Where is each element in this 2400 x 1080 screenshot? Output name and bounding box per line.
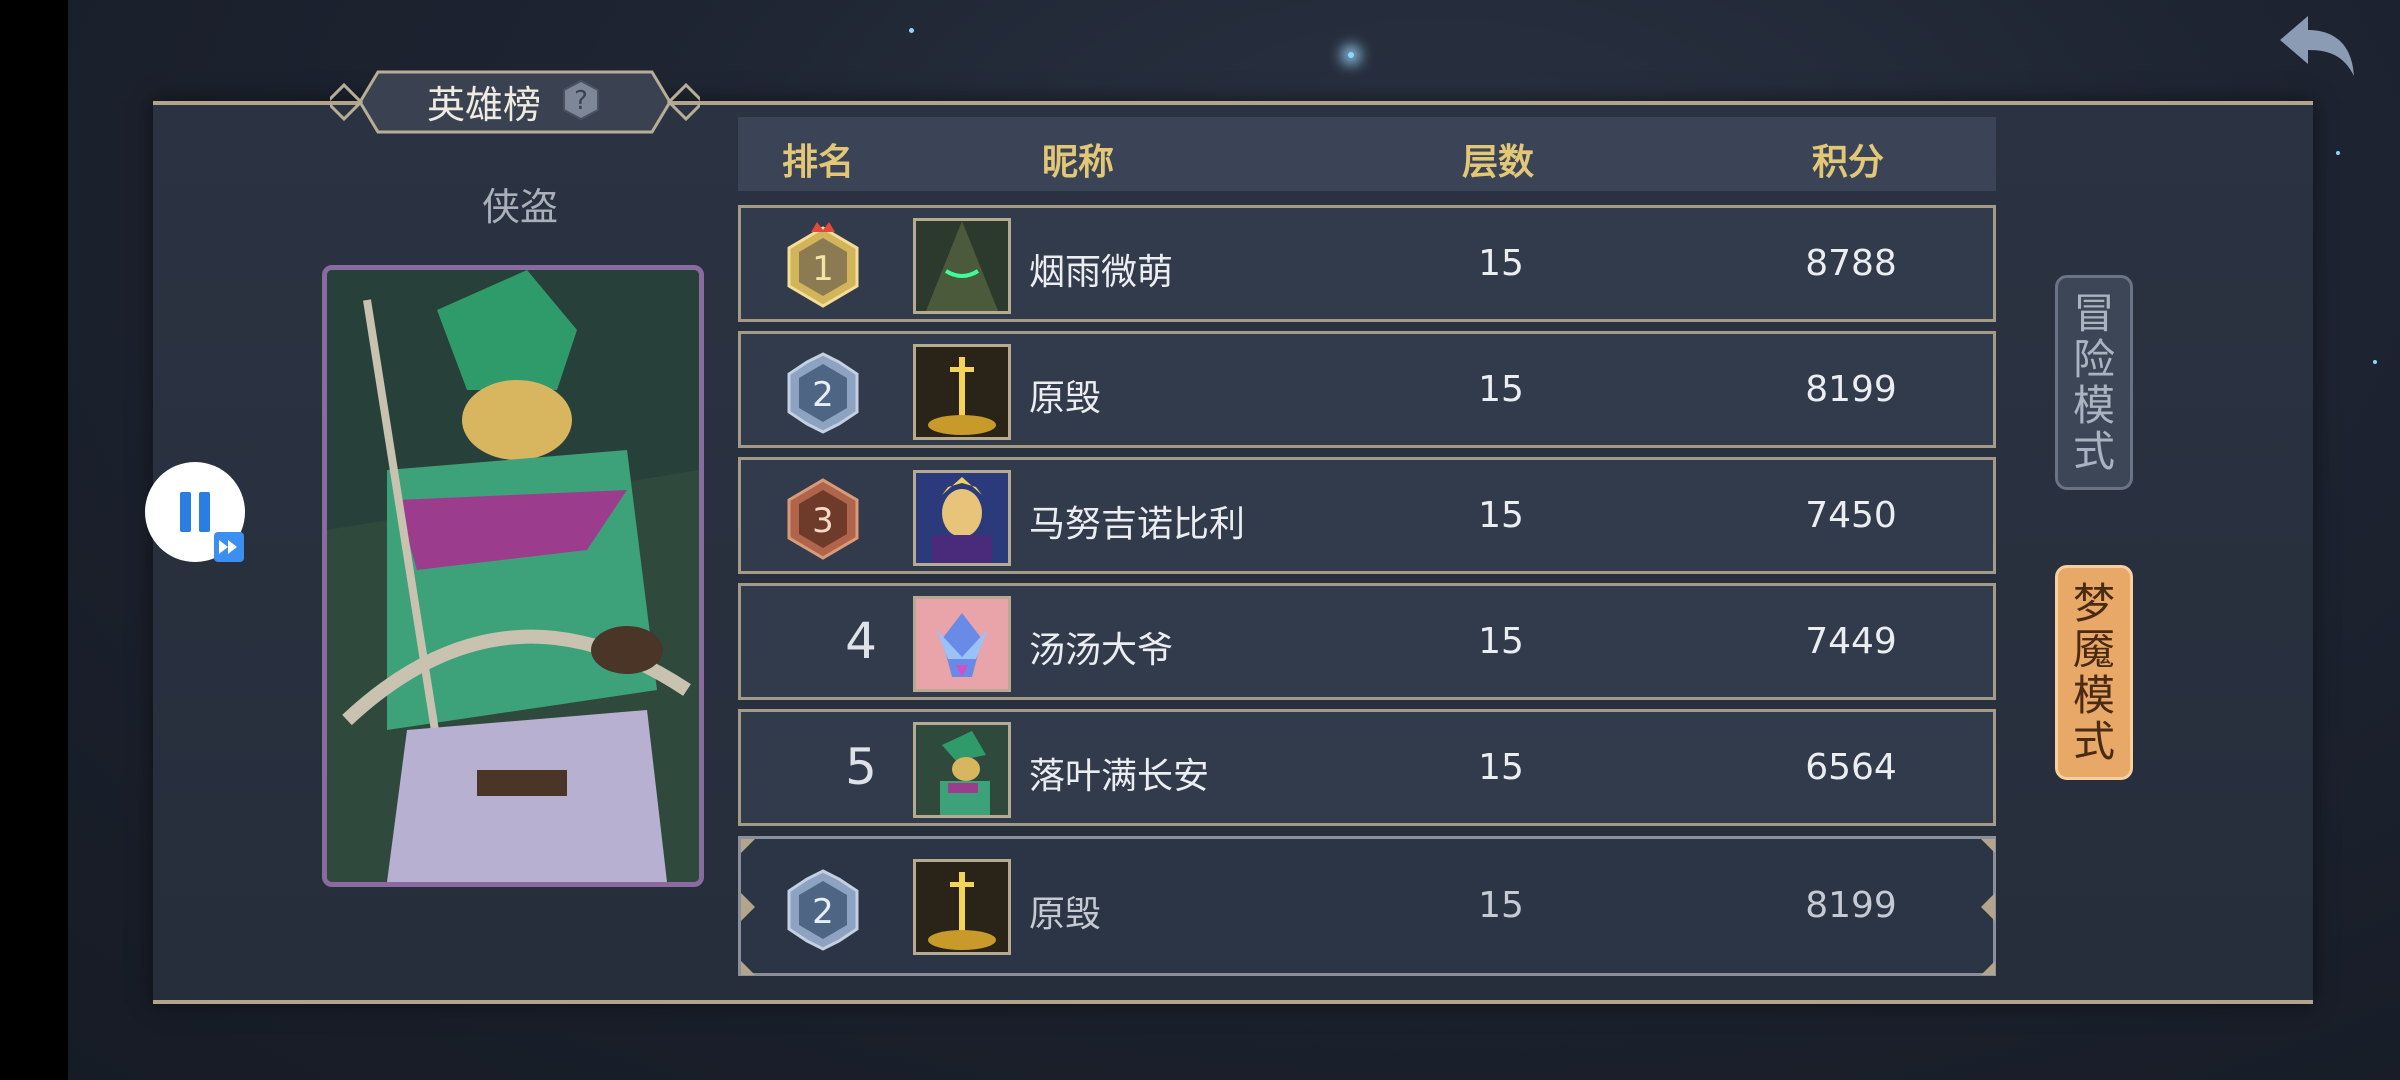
mode-label-char: 式: [2072, 716, 2115, 766]
background-star: [909, 28, 914, 33]
table-row[interactable]: 4 汤汤大爷 15 7449: [738, 583, 1996, 700]
player-score: 8199: [1805, 885, 1897, 926]
hero-portrait-card[interactable]: [322, 265, 704, 887]
adventure-mode-button[interactable]: 冒 险 模 式: [2055, 275, 2133, 490]
background-star: [1348, 52, 1354, 58]
player-score: 8788: [1805, 243, 1897, 284]
player-nickname: 汤汤大爷: [1029, 630, 1174, 671]
rank-number: 5: [845, 738, 877, 796]
player-nickname: 原毁: [1029, 378, 1102, 419]
player-floor: 15: [1478, 621, 1524, 662]
table-row[interactable]: 3 马努吉诺比利 15 7450: [738, 457, 1996, 574]
avatar: [913, 344, 1011, 440]
fast-forward-icon[interactable]: [214, 532, 244, 562]
table-header: 排名 昵称 层数 积分: [738, 117, 1996, 191]
player-score: 7450: [1805, 495, 1897, 536]
silver-medal-icon: 2: [787, 869, 859, 951]
avatar: [913, 596, 1011, 692]
silver-medal-icon: 2: [787, 352, 859, 434]
avatar: [913, 859, 1011, 955]
pause-icon: [199, 492, 210, 532]
gold-medal-icon: 1: [787, 222, 859, 308]
rank-number: 4: [845, 612, 877, 670]
left-black-strip: [0, 0, 68, 1080]
player-floor: 15: [1478, 495, 1524, 536]
svg-text:3: 3: [812, 501, 834, 541]
mode-label-char: 模: [2072, 670, 2115, 720]
player-nickname: 马努吉诺比利: [1029, 504, 1246, 545]
my-rank-row[interactable]: 2 原毁 15 8199: [738, 836, 1996, 976]
mode-label-char: 魇: [2072, 624, 2115, 674]
mode-label-char: 梦: [2072, 578, 2115, 628]
column-header-score: 积分: [1811, 142, 1884, 183]
player-nickname: 落叶满长安: [1029, 756, 1210, 797]
player-floor: 15: [1478, 369, 1524, 410]
mode-label-char: 模: [2072, 380, 2115, 430]
svg-text:2: 2: [812, 892, 834, 932]
column-header-rank: 排名: [781, 142, 854, 183]
table-row[interactable]: 1 烟雨微萌 15 8788: [738, 205, 1996, 322]
avatar: [913, 722, 1011, 818]
player-floor: 15: [1478, 243, 1524, 284]
svg-text:?: ?: [574, 86, 588, 116]
player-floor: 15: [1478, 747, 1524, 788]
table-row[interactable]: 5 落叶满长安 15 6564: [738, 709, 1996, 826]
pause-icon: [180, 492, 191, 532]
player-score: 6564: [1805, 747, 1897, 788]
svg-text:1: 1: [812, 249, 834, 289]
player-nickname: 原毁: [1029, 894, 1102, 935]
player-floor: 15: [1478, 885, 1524, 926]
mode-label-char: 冒: [2072, 288, 2115, 338]
svg-text:2: 2: [812, 375, 834, 415]
table-row[interactable]: 2 原毁 15 8199: [738, 331, 1996, 448]
mode-label-char: 式: [2072, 426, 2115, 476]
nightmare-mode-button[interactable]: 梦 魇 模 式: [2055, 565, 2133, 780]
back-arrow-icon[interactable]: [2270, 10, 2360, 80]
hero-portrait-art: [327, 270, 699, 882]
background-star: [2336, 151, 2340, 155]
player-score: 7449: [1805, 621, 1897, 662]
column-header-floor: 层数: [1461, 142, 1534, 183]
page-title: 英雄榜: [427, 83, 542, 127]
column-header-nickname: 昵称: [1041, 142, 1114, 183]
player-nickname: 烟雨微萌: [1029, 252, 1174, 293]
hero-class-label: 侠盗: [481, 185, 558, 229]
background-star: [2373, 360, 2377, 364]
avatar: [913, 470, 1011, 566]
avatar: [913, 218, 1011, 314]
bronze-medal-icon: 3: [787, 478, 859, 560]
help-question-icon[interactable]: ?: [560, 79, 602, 121]
player-score: 8199: [1805, 369, 1897, 410]
mode-label-char: 险: [2072, 334, 2115, 384]
